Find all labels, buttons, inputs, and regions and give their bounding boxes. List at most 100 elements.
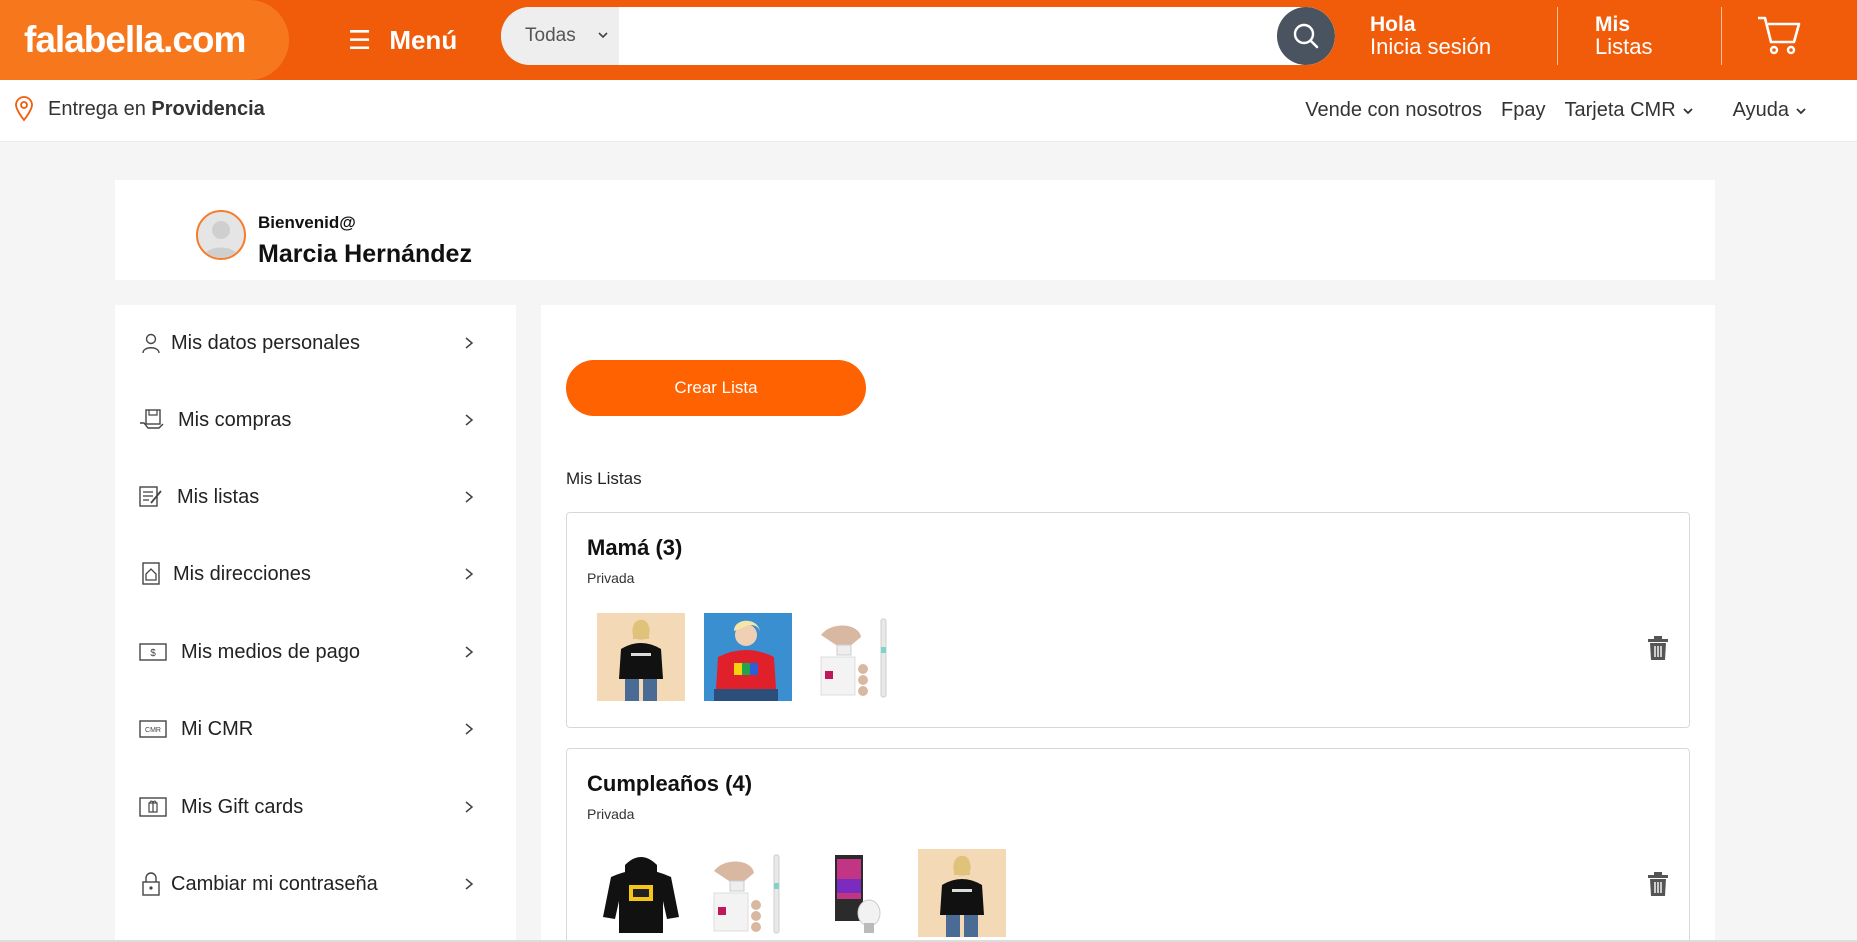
list-icon [139,485,163,509]
delivery-location-name: Providencia [151,97,265,120]
sidebar-item-addresses[interactable]: Mis direcciones [115,554,516,594]
sidebar-item-change-password[interactable]: Cambiar mi contraseña [115,864,516,904]
top-header: falabella.com ☰ Menú Todas Hola Inicia s… [0,0,1857,80]
trash-icon [1648,872,1668,896]
list-privacy: Privada [587,806,635,822]
delivery-prefix: Entrega en [48,97,146,120]
sidebar-item-label: Cambiar mi contraseña [171,872,378,895]
my-lists-line2: Listas [1595,34,1653,59]
product-thumbnail[interactable] [704,849,792,937]
search-icon [1293,23,1319,49]
user-icon [139,331,163,355]
list-thumbnails [597,613,899,701]
search-bar: Todas [501,7,1335,65]
list-card[interactable]: Mamá (3) Privada [566,512,1690,728]
user-name: Marcia Hernández [258,240,472,268]
chevron-right-icon [465,801,474,813]
chevron-down-icon [1683,107,1693,114]
hamburger-icon: ☰ [348,24,372,55]
cmr-card-menu[interactable]: Tarjeta CMR [1565,99,1694,122]
chevron-right-icon [465,414,474,426]
login-link[interactable]: Hola Inicia sesión [1370,14,1491,58]
account-sidebar: Mis datos personales Mis compras Mis lis… [115,305,516,942]
address-icon [139,562,163,586]
purchases-icon [139,408,165,432]
delivery-text: Entrega en Providencia [48,98,265,121]
svg-text:$: $ [150,648,156,659]
product-thumbnail[interactable] [597,613,685,701]
sidebar-item-payment[interactable]: $ Mis medios de pago [115,632,516,672]
chevron-down-icon [597,28,609,44]
list-thumbnails [597,849,1006,937]
sidebar-item-label: Mis listas [177,485,260,508]
list-privacy: Privada [587,570,635,586]
product-thumbnail[interactable] [811,613,899,701]
delivery-location[interactable]: Entrega en Providencia [14,96,265,122]
section-title: Mis Listas [566,469,642,488]
welcome-greeting: Bienvenid@ [258,213,356,232]
help-label: Ayuda [1732,99,1789,121]
product-thumbnail[interactable] [918,849,1006,937]
list-name: Cumpleaños (4) [587,771,753,796]
chevron-right-icon [465,491,474,503]
sidebar-item-cmr[interactable]: CMR Mi CMR [115,709,516,749]
chevron-right-icon [465,723,474,735]
sidebar-item-label: Mis medios de pago [181,640,360,663]
chevron-right-icon [465,568,474,580]
gift-card-icon [139,795,167,819]
sidebar-item-personal-data[interactable]: Mis datos personales [115,323,516,363]
category-select-value: Todas [525,25,576,46]
sidebar-item-lists[interactable]: Mis listas [115,477,516,517]
sidebar-item-label: Mi CMR [181,717,254,740]
sidebar-item-label: Mis datos personales [171,331,360,354]
delete-list-button[interactable] [1647,871,1669,902]
header-divider [1721,7,1722,65]
sub-header: Entrega en Providencia Vende con nosotro… [0,80,1857,142]
list-name: Mamá (3) [587,535,683,560]
chevron-down-icon [1796,107,1806,114]
trash-icon [1648,636,1668,660]
list-card[interactable]: Cumpleaños (4) Privada [566,748,1690,942]
product-thumbnail[interactable] [597,849,685,937]
cmr-card-label: Tarjeta CMR [1564,99,1676,121]
menu-label: Menú [389,24,458,55]
cart-icon [1758,16,1801,55]
delete-list-button[interactable] [1647,635,1669,666]
svg-text:CMR: CMR [145,727,161,734]
create-list-button[interactable]: Crear Lista [566,360,866,416]
header-divider [1557,7,1558,65]
menu-button[interactable]: ☰ Menú [348,18,457,62]
user-avatar-icon [203,221,239,258]
avatar [196,210,246,260]
cart-button[interactable] [1756,14,1802,61]
help-menu[interactable]: Ayuda [1733,99,1807,122]
login-label: Inicia sesión [1370,34,1492,59]
lock-icon [139,872,163,896]
location-pin-icon [15,96,33,122]
chevron-right-icon [465,878,474,890]
sidebar-item-purchases[interactable]: Mis compras [115,400,516,440]
payment-icon: $ [139,640,167,664]
chevron-right-icon [465,337,474,349]
sidebar-item-label: Mis Gift cards [181,795,304,818]
sidebar-item-label: Mis compras [178,408,292,431]
sidebar-item-label: Mis direcciones [173,562,311,585]
my-lists-link[interactable]: Mis Listas [1595,14,1652,58]
cmr-card-icon: CMR [139,717,167,741]
my-lists-line1: Mis [1595,13,1631,36]
product-thumbnail[interactable] [811,849,899,937]
logo[interactable]: falabella.com [0,0,289,80]
product-thumbnail[interactable] [704,613,792,701]
lists-panel: Crear Lista Mis Listas Mamá (3) Privada … [541,305,1715,942]
sell-with-us-link[interactable]: Vende con nosotros [1305,99,1482,122]
chevron-right-icon [465,646,474,658]
sub-nav: Vende con nosotros Fpay Tarjeta CMR Ayud… [1305,99,1807,122]
login-greeting: Hola [1370,13,1416,36]
fpay-link[interactable]: Fpay [1501,99,1545,122]
welcome-card: Bienvenid@ Marcia Hernández [115,180,1715,280]
category-select[interactable]: Todas [501,7,619,65]
search-button[interactable] [1277,7,1335,65]
search-input[interactable] [619,7,1277,65]
sidebar-item-gift-cards[interactable]: Mis Gift cards [115,787,516,827]
logo-text: falabella.com [24,19,246,60]
